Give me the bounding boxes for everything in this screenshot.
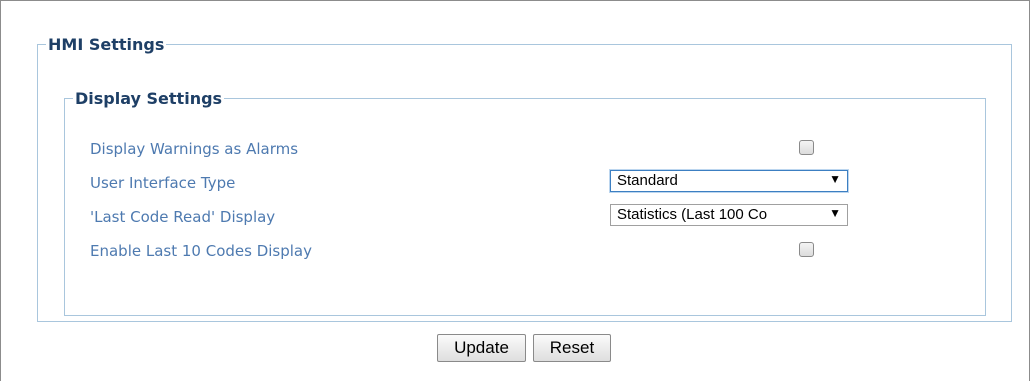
update-button[interactable]: Update [437, 334, 526, 362]
row-last-code-read: 'Last Code Read' Display Statistics (Las… [90, 202, 848, 232]
last-code-read-select[interactable]: Statistics (Last 100 Co ▼ [610, 204, 848, 226]
ui-type-select[interactable]: Standard ▼ [610, 170, 848, 192]
last-code-read-label: 'Last Code Read' Display [90, 208, 276, 226]
display-warnings-label: Display Warnings as Alarms [90, 140, 299, 158]
hmi-settings-group: HMI Settings Display Settings Display Wa… [37, 35, 1012, 322]
row-last-10-codes: Enable Last 10 Codes Display [90, 236, 840, 266]
ui-type-label: User Interface Type [90, 174, 236, 192]
chevron-down-icon: ▼ [829, 206, 841, 220]
display-settings-legend: Display Settings [75, 89, 223, 108]
row-ui-type: User Interface Type Standard ▼ [90, 168, 848, 198]
chevron-down-icon: ▼ [829, 172, 841, 186]
ui-type-selected-value: Standard [617, 172, 678, 189]
display-settings-group: Display Settings Display Warnings as Ala… [64, 89, 986, 316]
page-frame: HMI Settings Display Settings Display Wa… [0, 0, 1030, 381]
hmi-settings-legend: HMI Settings [48, 35, 165, 54]
last-10-codes-label: Enable Last 10 Codes Display [90, 242, 313, 260]
row-display-warnings: Display Warnings as Alarms [90, 134, 840, 164]
last-code-read-selected-value: Statistics (Last 100 Co [617, 206, 768, 223]
reset-button[interactable]: Reset [533, 334, 611, 362]
display-warnings-checkbox[interactable] [799, 140, 814, 155]
last-10-codes-checkbox[interactable] [799, 242, 814, 257]
